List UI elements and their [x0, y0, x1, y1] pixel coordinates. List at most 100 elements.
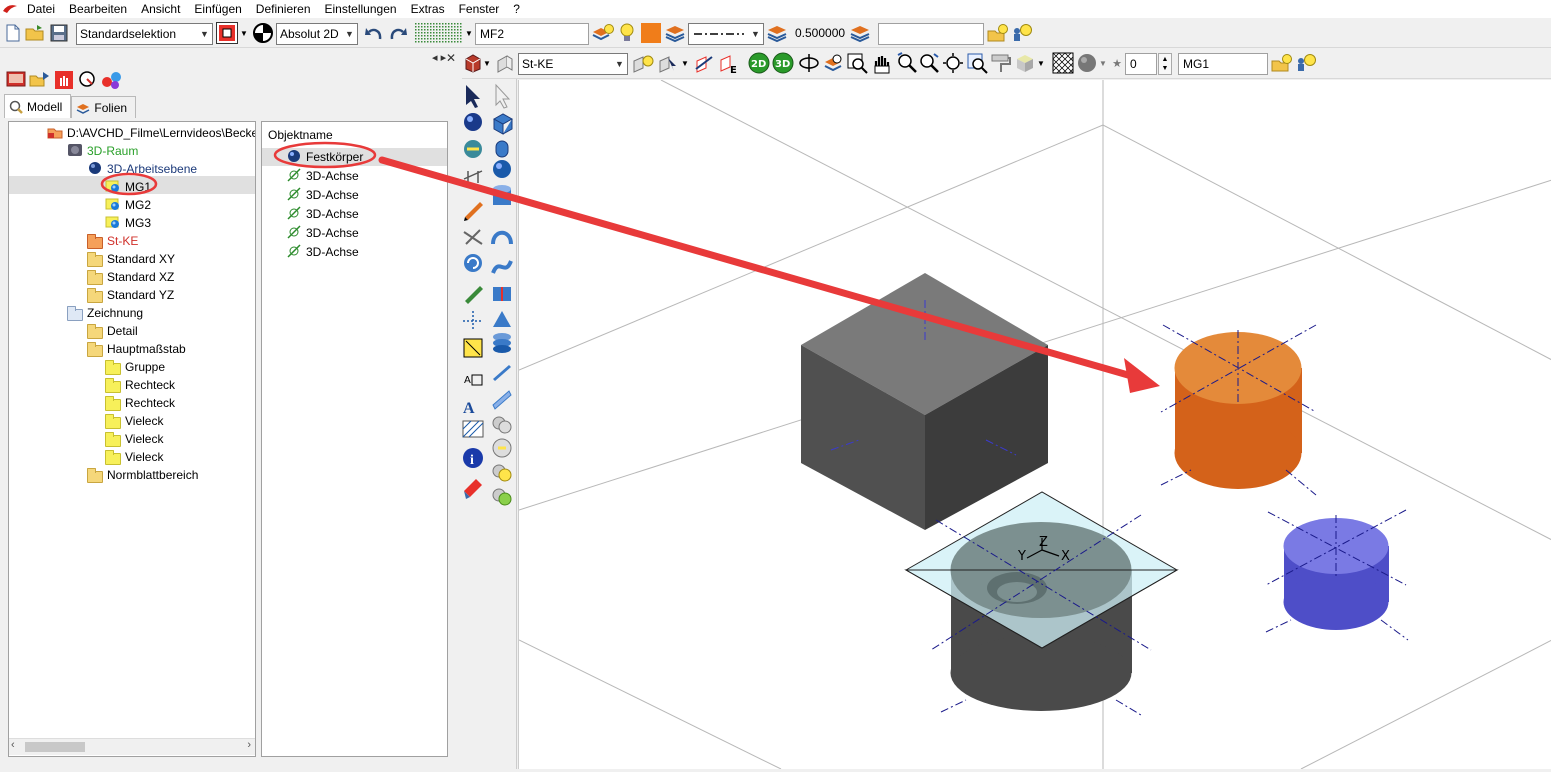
object-list-item[interactable]: 3D-Achse: [286, 167, 359, 185]
chevron-down-icon[interactable]: ▼: [1098, 52, 1108, 74]
section-icon[interactable]: [694, 52, 716, 74]
zoom-out-icon[interactable]: [918, 52, 940, 74]
linetype-select[interactable]: ▼: [688, 23, 764, 45]
tree-item[interactable]: Detail: [87, 322, 138, 340]
menu-help[interactable]: ?: [506, 0, 527, 18]
screen-icon[interactable]: [5, 69, 27, 91]
select-window-icon[interactable]: [216, 22, 238, 44]
people-bulb-icon[interactable]: [1011, 22, 1033, 44]
spin-up-icon[interactable]: ▲: [1162, 55, 1169, 64]
folder-bulb-icon[interactable]: [987, 22, 1009, 44]
tree-item[interactable]: MG3: [105, 214, 151, 232]
solid-tools-icons[interactable]: [489, 49, 517, 509]
rotate-view-icon[interactable]: [798, 52, 820, 74]
chevron-down-icon[interactable]: ▼: [1036, 52, 1046, 74]
counter-spinner[interactable]: ▲ ▼: [1158, 53, 1172, 75]
object-list-item[interactable]: 3D-Achse: [286, 186, 359, 204]
3d-viewport[interactable]: Y Z X: [518, 79, 1551, 770]
chevron-down-icon[interactable]: ▼: [680, 52, 690, 74]
coord-mode-select[interactable]: Absolut 2D ▼: [276, 23, 358, 45]
menu-bearbeiten[interactable]: Bearbeiten: [62, 0, 134, 18]
tree-item[interactable]: Normblattbereich: [87, 466, 198, 484]
zoom-box-icon[interactable]: [822, 52, 844, 74]
color-swatch-icon[interactable]: [640, 22, 662, 44]
workplane-icon[interactable]: [462, 52, 484, 74]
plane-icon[interactable]: [494, 52, 516, 74]
group-name-field[interactable]: MG1: [1178, 53, 1268, 75]
counter-field[interactable]: 0: [1125, 53, 1157, 75]
pan-hand-icon[interactable]: [870, 52, 892, 74]
undo-icon[interactable]: [363, 22, 385, 44]
redo-icon[interactable]: [387, 22, 409, 44]
tree-item[interactable]: Rechteck: [105, 376, 175, 394]
layer-stack-icon[interactable]: [849, 22, 871, 44]
scrollbar-thumb[interactable]: [25, 742, 85, 752]
zoom-in-icon[interactable]: [896, 52, 918, 74]
tree-item[interactable]: Standard XZ: [87, 268, 174, 286]
tree-item[interactable]: Vieleck: [105, 412, 163, 430]
tree-item[interactable]: MG1: [105, 178, 151, 196]
tree-item[interactable]: 3D-Arbeitsebene: [87, 160, 197, 178]
open-folder-icon[interactable]: [24, 22, 46, 44]
shaded-cube-icon[interactable]: [1014, 52, 1036, 74]
tree-item[interactable]: Zeichnung: [67, 304, 143, 322]
tab-folien[interactable]: Folien: [71, 96, 137, 118]
extra-field[interactable]: [878, 23, 984, 45]
plane-bulb-icon[interactable]: [632, 52, 654, 74]
folder-bulb-icon[interactable]: [1271, 52, 1293, 74]
line-width-icon[interactable]: [766, 22, 788, 44]
object-list[interactable]: Objektname Festkörper 3D-Achse 3D-Achse 3D-…: [261, 121, 448, 757]
menu-definieren[interactable]: Definieren: [249, 0, 318, 18]
view-2d-icon[interactable]: 2D: [748, 52, 770, 74]
people-bulb-icon[interactable]: [1295, 52, 1317, 74]
layer-name-field[interactable]: MF2: [475, 23, 589, 45]
view-3d-icon[interactable]: 3D: [772, 52, 794, 74]
menu-einstellungen[interactable]: Einstellungen: [318, 0, 404, 18]
hatch-icon[interactable]: [1052, 52, 1074, 74]
workplane-select[interactable]: St-KE ▼: [518, 53, 628, 75]
orange-cylinder[interactable]: [1160, 324, 1317, 496]
tree-item[interactable]: Rechteck: [105, 394, 175, 412]
zoom-previous-icon[interactable]: [966, 52, 988, 74]
app-logo-icon[interactable]: [0, 0, 20, 18]
panel-arrows-icon[interactable]: ◂ ▸: [432, 51, 446, 64]
zoom-circle-icon[interactable]: [77, 69, 99, 91]
scroll-right-icon[interactable]: ›: [247, 739, 251, 751]
tree-item[interactable]: Vieleck: [105, 430, 163, 448]
zoom-all-icon[interactable]: [942, 52, 964, 74]
object-list-item[interactable]: 3D-Achse: [286, 224, 359, 242]
menu-fenster[interactable]: Fenster: [452, 0, 507, 18]
tree-horizontal-scrollbar[interactable]: ‹ ›: [9, 738, 255, 755]
tab-modell[interactable]: Modell: [4, 94, 72, 118]
save-icon[interactable]: [48, 22, 70, 44]
tree-item[interactable]: Standard YZ: [87, 286, 174, 304]
object-list-item[interactable]: 3D-Achse: [286, 205, 359, 223]
spin-down-icon[interactable]: ▼: [1162, 64, 1169, 73]
chevron-down-icon[interactable]: ▼: [482, 52, 492, 74]
plane-e-icon[interactable]: E: [718, 52, 740, 74]
scroll-left-icon[interactable]: ‹: [11, 739, 15, 751]
chevron-down-icon[interactable]: ▼: [464, 22, 474, 44]
object-list-item[interactable]: 3D-Achse: [286, 243, 359, 261]
sphere-shade-icon[interactable]: [1076, 52, 1098, 74]
blue-cylinder[interactable]: [1265, 509, 1409, 641]
pointer-plane-icon[interactable]: [658, 52, 680, 74]
close-icon[interactable]: ✕: [446, 51, 456, 65]
layers-icon[interactable]: [664, 22, 686, 44]
tree-item[interactable]: MG2: [105, 196, 151, 214]
model-tree[interactable]: D:\AVCHD_Filme\Lernvideos\Becke 3D-Raum 3D…: [8, 121, 256, 757]
tree-item[interactable]: D:\AVCHD_Filme\Lernvideos\Becke: [47, 124, 255, 142]
menu-extras[interactable]: Extras: [404, 0, 452, 18]
folder-move-icon[interactable]: [29, 69, 51, 91]
paint-roller-icon[interactable]: [990, 52, 1012, 74]
star-icon[interactable]: ★: [1110, 52, 1124, 74]
menu-ansicht[interactable]: Ansicht: [134, 0, 187, 18]
menu-datei[interactable]: Datei: [20, 0, 62, 18]
menu-einfuegen[interactable]: Einfügen: [187, 0, 248, 18]
selection-mode-select[interactable]: Standardselektion ▼: [76, 23, 213, 45]
scene-canvas[interactable]: Y Z X: [518, 79, 1551, 770]
layer-bulb-icon[interactable]: [592, 22, 614, 44]
grid-icon[interactable]: [414, 22, 464, 44]
tree-item[interactable]: St-KE: [87, 232, 138, 250]
tree-item[interactable]: Hauptmaßstab: [87, 340, 186, 358]
